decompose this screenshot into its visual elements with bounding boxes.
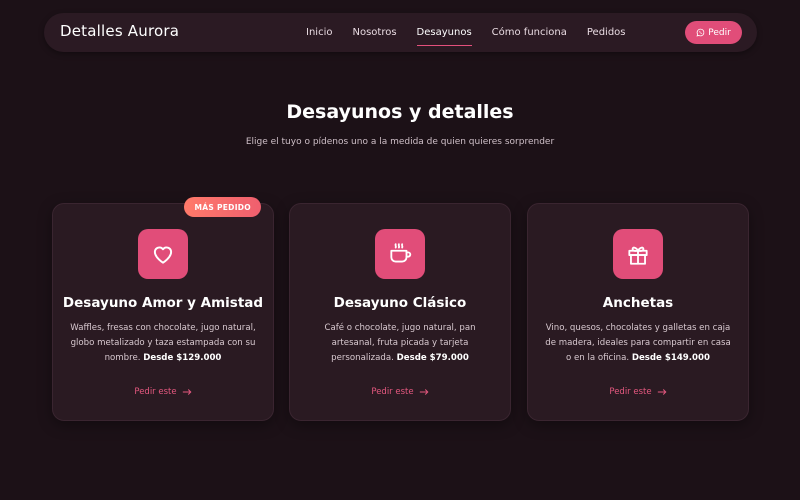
card-icon-box <box>613 229 663 279</box>
product-card-amor-amistad: MÁS PEDIDO Desayuno Amor y Amistad Waffl… <box>52 197 274 421</box>
nav-link-como-funciona[interactable]: Cómo funciona <box>492 23 567 42</box>
nav-link-nosotros[interactable]: Nosotros <box>352 23 396 42</box>
whatsapp-icon <box>696 28 705 37</box>
page-subtitle: Elige el tuyo o pídenos uno a la medida … <box>245 137 555 147</box>
card-description: Waffles, fresas con chocolate, jugo natu… <box>69 321 257 366</box>
pedir-este-label: Pedir este <box>609 387 652 397</box>
navbar: Detalles Aurora Inicio Nosotros Desayuno… <box>44 13 757 52</box>
nav-link-desayunos[interactable]: Desayunos <box>416 23 472 46</box>
pedir-este-label: Pedir este <box>134 387 177 397</box>
card-price: Desde $79.000 <box>396 353 469 363</box>
pedir-este-label: Pedir este <box>371 387 414 397</box>
card-icon-box <box>138 229 188 279</box>
pedir-label: Pedir <box>708 27 731 38</box>
nav-link-pedidos[interactable]: Pedidos <box>587 23 626 42</box>
page-title: Desayunos y detalles <box>286 101 514 123</box>
product-card-anchetas: Anchetas Vino, quesos, chocolates y gall… <box>527 203 749 421</box>
pedir-este-link[interactable]: Pedir este <box>53 387 273 397</box>
arrow-right-icon <box>657 389 667 395</box>
card-description: Café o chocolate, jugo natural, pan arte… <box>306 321 494 366</box>
heart-icon <box>153 246 173 264</box>
card-description: Vino, quesos, chocolates y galletas en c… <box>544 321 732 366</box>
nav-link-inicio[interactable]: Inicio <box>306 23 332 42</box>
mas-pedido-badge: MÁS PEDIDO <box>184 197 261 217</box>
card-price: Desde $149.000 <box>631 353 710 363</box>
card-icon-box <box>375 229 425 279</box>
product-card-clasico: Desayuno Clásico Café o chocolate, jugo … <box>289 203 511 421</box>
arrow-right-icon <box>419 389 429 395</box>
gift-icon <box>628 246 648 265</box>
pedir-este-link[interactable]: Pedir este <box>528 387 748 397</box>
pedir-este-link[interactable]: Pedir este <box>290 387 510 397</box>
card-title: Desayuno Amor y Amistad <box>62 295 264 311</box>
nav-links: Inicio Nosotros Desayunos Cómo funciona … <box>306 13 646 52</box>
card-price: Desde $129.000 <box>143 353 222 363</box>
arrow-right-icon <box>182 389 192 395</box>
pedir-button[interactable]: Pedir <box>685 21 742 44</box>
coffee-cup-icon <box>390 243 412 263</box>
card-title: Desayuno Clásico <box>333 295 467 311</box>
brand-logo[interactable]: Detalles Aurora <box>60 22 179 40</box>
card-title: Anchetas <box>602 295 674 311</box>
